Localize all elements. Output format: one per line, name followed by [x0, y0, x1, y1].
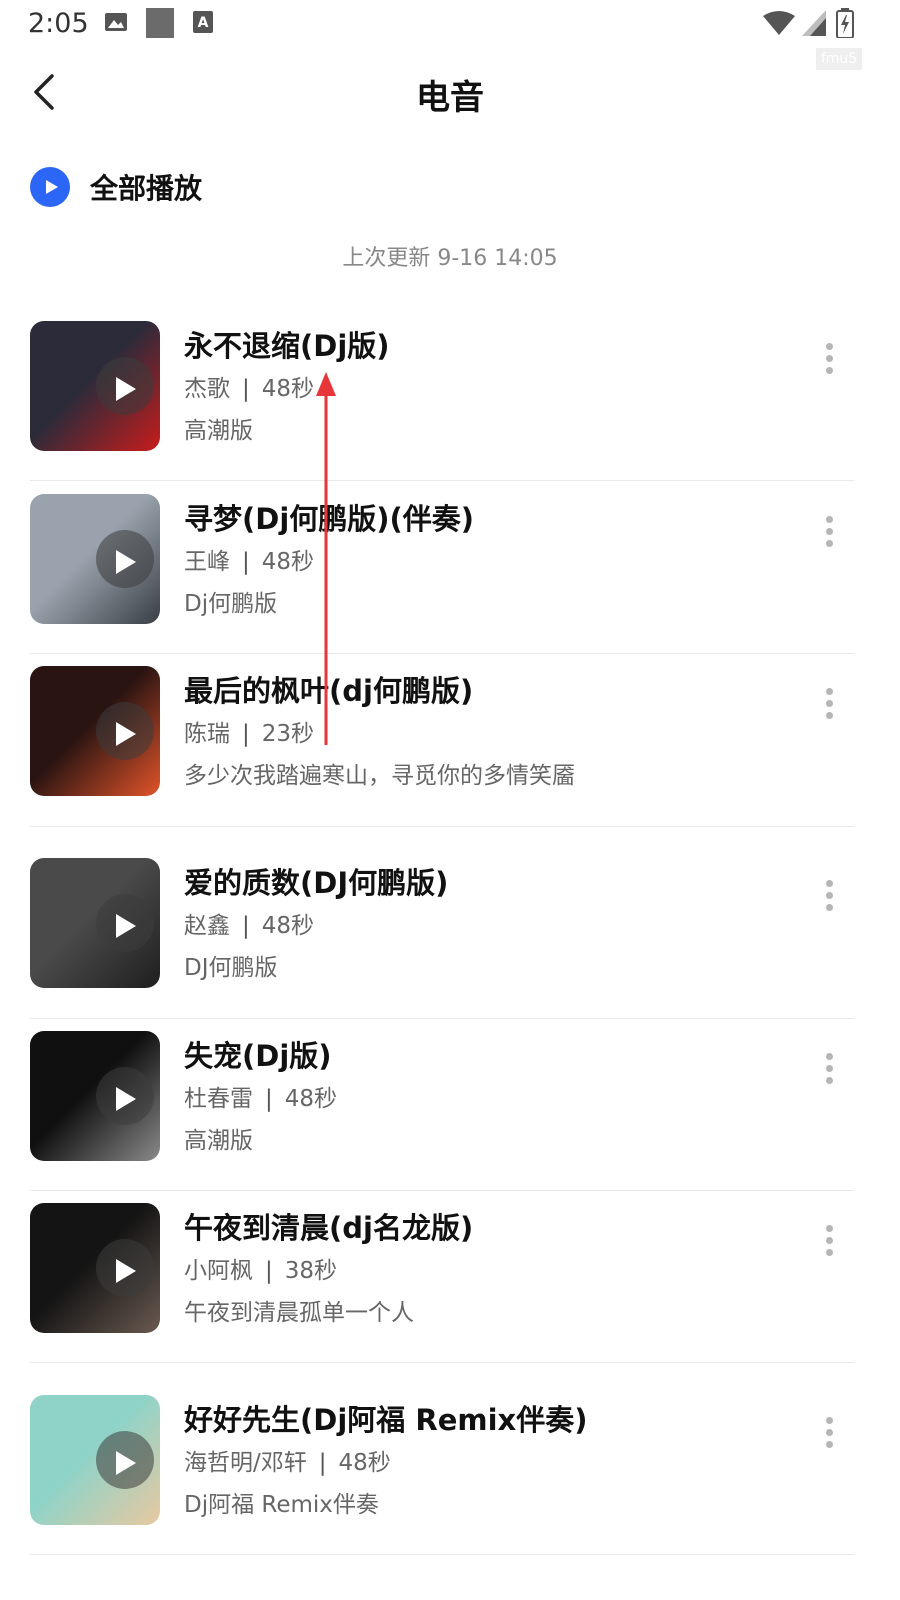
album-cover	[30, 1395, 160, 1525]
album-cover	[30, 666, 160, 796]
song-artist: 小阿枫	[184, 1258, 253, 1284]
meta-separator: |	[242, 376, 250, 402]
song-meta: 杜春雷 | 48秒	[184, 1079, 337, 1113]
play-icon	[116, 550, 136, 574]
meta-separator: |	[242, 721, 250, 747]
song-subtitle: 高潮版	[184, 1128, 253, 1154]
more-options-icon[interactable]	[818, 1415, 842, 1451]
song-title: 爱的质数(DJ何鹏版)	[184, 866, 449, 900]
song-title: 好好先生(Dj阿福 Remix伴奏)	[184, 1403, 588, 1437]
divider	[30, 480, 854, 481]
song-list: 永不退缩(Dj版) 杰歌 | 48秒 高潮版 寻梦(Dj何鹏版)(伴奏) 王峰 | 48…	[0, 0, 900, 1600]
album-cover	[30, 858, 160, 988]
song-meta: 陈瑞 | 23秒	[184, 714, 314, 748]
song-subtitle: 多少次我踏遍寒山，寻觅你的多情笑靥	[184, 763, 575, 789]
song-subtitle: 高潮版	[184, 418, 253, 444]
song-subtitle: Dj阿福 Remix伴奏	[184, 1492, 379, 1518]
play-icon	[116, 1259, 136, 1283]
song-duration: 48秒	[261, 913, 315, 939]
meta-separator: |	[242, 549, 250, 575]
song-artist: 陈瑞	[184, 721, 230, 747]
song-subtitle: Dj何鹏版	[184, 591, 278, 617]
song-artist: 杰歌	[184, 376, 230, 402]
song-meta: 王峰 | 48秒	[184, 542, 314, 576]
more-options-icon[interactable]	[818, 1223, 842, 1259]
divider	[30, 653, 854, 654]
song-artist: 杜春雷	[184, 1086, 253, 1112]
play-icon	[116, 1087, 136, 1111]
song-meta: 海哲明/邓轩 | 48秒	[184, 1443, 391, 1477]
meta-separator: |	[242, 913, 250, 939]
more-options-icon[interactable]	[818, 514, 842, 550]
play-icon	[116, 1451, 136, 1475]
album-cover	[30, 1031, 160, 1161]
album-cover	[30, 1203, 160, 1333]
play-icon	[116, 914, 136, 938]
swipe-up-arrow-icon	[316, 372, 336, 745]
song-artist: 赵鑫	[184, 913, 230, 939]
divider	[30, 1018, 854, 1019]
song-subtitle: DJ何鹏版	[184, 955, 278, 981]
more-options-icon[interactable]	[818, 686, 842, 722]
song-subtitle: 午夜到清晨孤单一个人	[184, 1300, 414, 1326]
song-duration: 48秒	[284, 1086, 338, 1112]
meta-separator: |	[265, 1258, 273, 1284]
more-options-icon[interactable]	[818, 341, 842, 377]
album-cover	[30, 321, 160, 451]
meta-separator: |	[318, 1450, 327, 1476]
meta-separator: |	[265, 1086, 273, 1112]
song-title: 失宠(Dj版)	[184, 1039, 332, 1073]
song-meta: 赵鑫 | 48秒	[184, 906, 314, 940]
song-artist: 海哲明/邓轩	[184, 1450, 307, 1476]
divider	[30, 1190, 854, 1191]
play-icon	[116, 377, 136, 401]
play-icon	[116, 722, 136, 746]
song-title: 永不退缩(Dj版)	[184, 329, 390, 363]
song-duration: 48秒	[338, 1450, 391, 1476]
divider	[30, 1554, 854, 1555]
song-meta: 小阿枫 | 38秒	[184, 1251, 337, 1285]
song-duration: 38秒	[284, 1258, 338, 1284]
divider	[30, 826, 854, 827]
song-title: 午夜到清晨(dj名龙版)	[184, 1211, 474, 1245]
divider	[30, 1362, 854, 1363]
song-meta: 杰歌 | 48秒	[184, 369, 314, 403]
more-options-icon[interactable]	[818, 878, 842, 914]
album-cover	[30, 494, 160, 624]
more-options-icon[interactable]	[818, 1051, 842, 1087]
song-artist: 王峰	[184, 549, 230, 575]
